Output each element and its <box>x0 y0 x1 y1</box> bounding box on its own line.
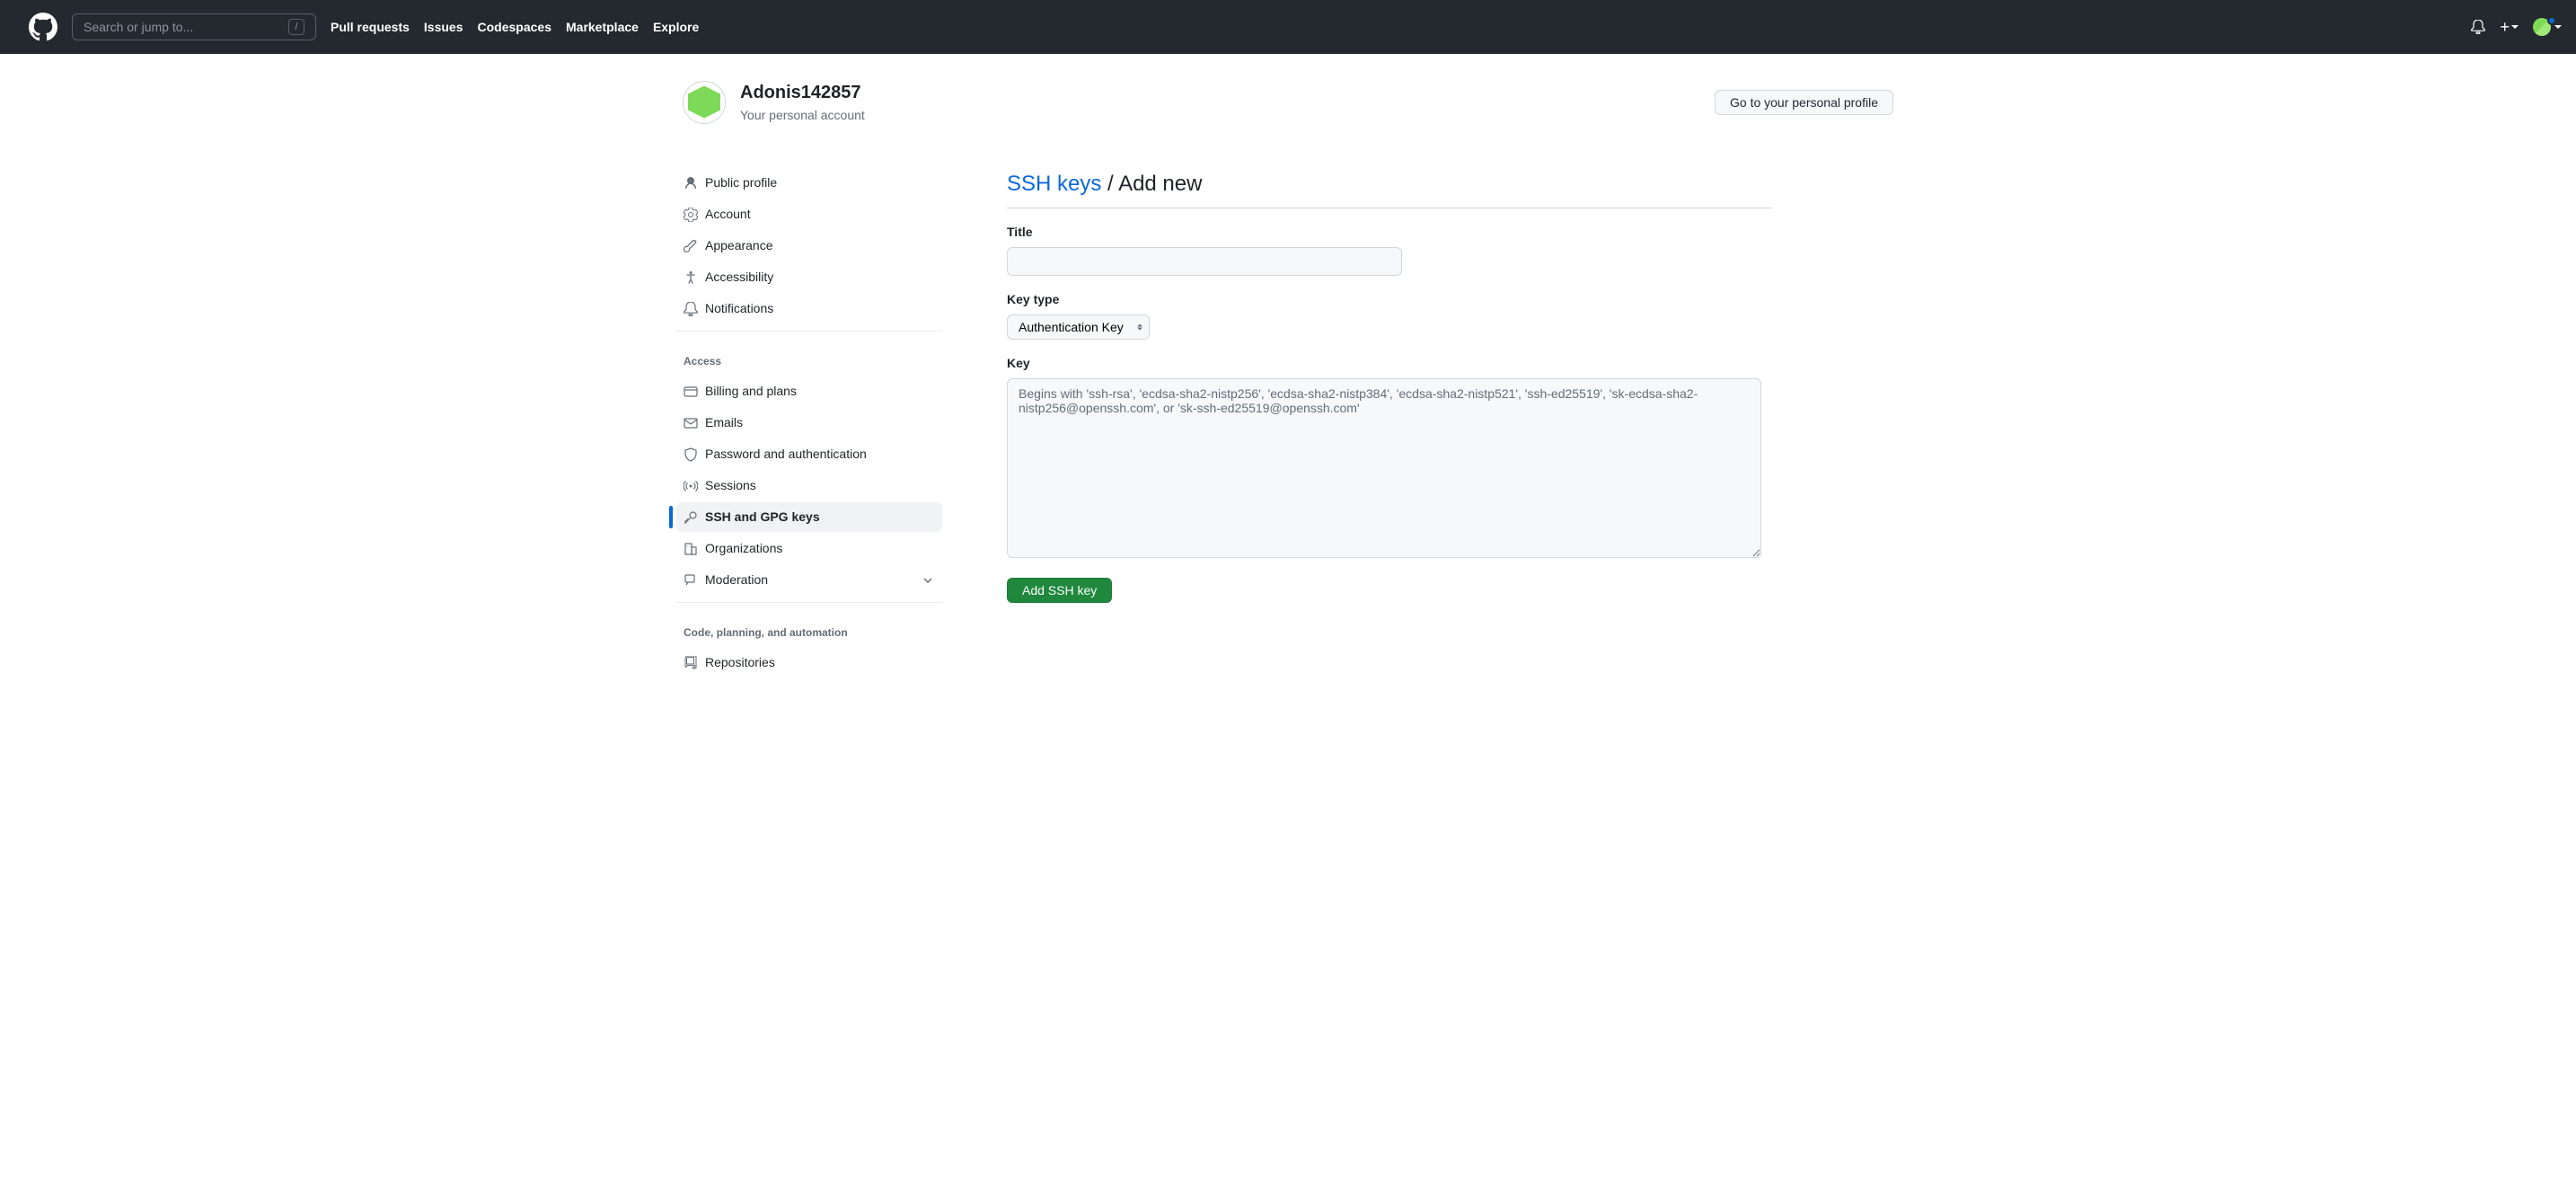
breadcrumb-ssh-keys-link[interactable]: SSH keys <box>1007 172 1101 196</box>
sidebar-item-label: Public profile <box>705 173 777 192</box>
caret-down-icon <box>2511 25 2519 29</box>
sidebar-item-label: Appearance <box>705 236 773 255</box>
form-group-keytype: Key type Authentication Key <box>1007 290 1772 340</box>
repo-icon <box>684 656 698 670</box>
sidebar-item-appearance[interactable]: Appearance <box>676 231 942 261</box>
sidebar-item-moderation[interactable]: Moderation <box>676 565 942 595</box>
breadcrumb-current: Add new <box>1118 172 1202 196</box>
accessibility-icon <box>684 270 698 285</box>
breadcrumb-separator: / <box>1101 172 1118 196</box>
shield-lock-icon <box>684 447 698 462</box>
nav-explore[interactable]: Explore <box>653 18 699 37</box>
plus-icon: + <box>2500 15 2510 40</box>
page-subhead: SSH keys / Add new <box>1007 168 1772 208</box>
report-icon <box>684 573 698 588</box>
sidebar-item-notifications[interactable]: Notifications <box>676 294 942 323</box>
notification-dot <box>2547 16 2556 25</box>
account-subtitle: Your personal account <box>740 106 865 125</box>
title-input[interactable] <box>1007 247 1402 276</box>
nav-codespaces[interactable]: Codespaces <box>478 18 551 37</box>
nav-marketplace[interactable]: Marketplace <box>566 18 639 37</box>
sidebar-item-label: Sessions <box>705 476 756 495</box>
gear-icon <box>684 208 698 222</box>
form-group-title: Title <box>1007 223 1772 276</box>
person-icon <box>684 176 698 190</box>
sidebar-divider <box>676 331 942 332</box>
caret-down-icon <box>2554 25 2562 29</box>
mark-github-icon <box>29 13 57 41</box>
header-right: + <box>2471 15 2562 40</box>
paintbrush-icon <box>684 239 698 253</box>
key-textarea[interactable] <box>1007 378 1761 558</box>
sidebar-item-label: Organizations <box>705 539 782 558</box>
sidebar-divider <box>676 602 942 603</box>
sidebar-item-billing[interactable]: Billing and plans <box>676 376 942 406</box>
sidebar-heading-code: Code, planning, and automation <box>676 610 942 648</box>
global-header: / Pull requests Issues Codespaces Market… <box>0 0 2576 54</box>
bell-icon <box>684 302 698 316</box>
broadcast-icon <box>684 479 698 493</box>
create-new-menu[interactable]: + <box>2500 15 2519 40</box>
sidebar-item-label: Password and authentication <box>705 445 867 464</box>
organization-icon <box>684 542 698 556</box>
mail-icon <box>684 416 698 430</box>
primary-nav: Pull requests Issues Codespaces Marketpl… <box>331 18 699 37</box>
key-label: Key <box>1007 354 1772 373</box>
sidebar-item-repositories[interactable]: Repositories <box>676 648 942 677</box>
user-menu[interactable] <box>2533 18 2562 36</box>
add-ssh-key-button[interactable]: Add SSH key <box>1007 578 1112 603</box>
account-username: Adonis142857 <box>740 79 865 106</box>
sidebar-item-account[interactable]: Account <box>676 199 942 229</box>
main-content: SSH keys / Add new Title Key type Authen… <box>964 168 1772 679</box>
sidebar-item-accessibility[interactable]: Accessibility <box>676 262 942 292</box>
go-to-profile-button[interactable]: Go to your personal profile <box>1715 90 1893 115</box>
sidebar-item-password-auth[interactable]: Password and authentication <box>676 439 942 469</box>
sidebar-item-label: Repositories <box>705 653 775 672</box>
keytype-select[interactable]: Authentication Key <box>1007 314 1150 340</box>
search-box[interactable]: / <box>72 13 316 40</box>
sidebar-item-sessions[interactable]: Sessions <box>676 471 942 500</box>
account-avatar[interactable] <box>683 81 726 124</box>
bell-icon[interactable] <box>2471 20 2485 34</box>
account-header: Adonis142857 Your personal account Go to… <box>668 79 1908 125</box>
nav-issues[interactable]: Issues <box>424 18 463 37</box>
chevron-down-icon <box>921 573 935 588</box>
sidebar-item-label: Accessibility <box>705 268 773 287</box>
search-input[interactable] <box>84 20 288 34</box>
settings-sidebar: Public profile Account Appearance Access… <box>676 168 942 679</box>
sidebar-item-public-profile[interactable]: Public profile <box>676 168 942 198</box>
sidebar-item-organizations[interactable]: Organizations <box>676 534 942 563</box>
github-logo[interactable] <box>29 13 57 41</box>
keytype-label: Key type <box>1007 290 1772 309</box>
sidebar-item-label: Notifications <box>705 299 773 318</box>
form-group-key: Key <box>1007 354 1772 563</box>
key-icon <box>684 510 698 525</box>
sidebar-item-label: Billing and plans <box>705 382 797 401</box>
sidebar-item-label: Emails <box>705 413 743 432</box>
sidebar-item-label: Account <box>705 205 751 224</box>
sidebar-item-label: SSH and GPG keys <box>705 508 820 527</box>
sidebar-heading-access: Access <box>676 339 942 376</box>
sidebar-item-label: Moderation <box>705 571 768 589</box>
sidebar-item-emails[interactable]: Emails <box>676 408 942 438</box>
credit-card-icon <box>684 385 698 399</box>
nav-pull-requests[interactable]: Pull requests <box>331 18 410 37</box>
title-label: Title <box>1007 223 1772 242</box>
slash-key-hint: / <box>288 19 304 35</box>
sidebar-item-ssh-gpg[interactable]: SSH and GPG keys <box>676 502 942 532</box>
